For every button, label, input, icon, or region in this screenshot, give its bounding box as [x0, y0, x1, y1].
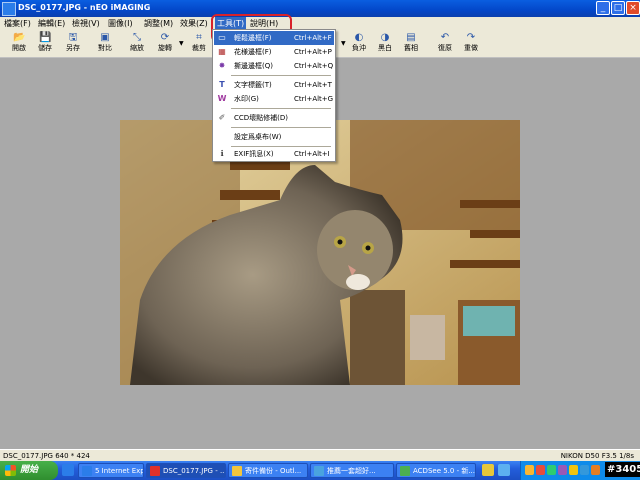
watermark-icon: W	[217, 94, 227, 103]
save-as-icon: 🖫	[68, 32, 78, 43]
menu-item-torn-frame[interactable]: ✸ 撕邊邊框(Q) Ctrl+Alt+Q	[214, 59, 334, 73]
menu-item-ccd-repair[interactable]: ✐ CCD壞點修補(D)	[214, 111, 334, 125]
tray-update-icon[interactable]	[580, 465, 589, 475]
close-button[interactable]: ×	[626, 1, 640, 15]
neo-imaging-icon	[150, 466, 160, 476]
start-button[interactable]: 開始	[0, 461, 58, 480]
crop-button[interactable]: ⌗ 裁剪	[186, 32, 212, 56]
open-label: 開啟	[12, 44, 26, 52]
grayscale-button[interactable]: ◑ 黑白	[372, 32, 398, 56]
app-icon	[2, 2, 16, 16]
resize-label: 縮放	[130, 44, 144, 52]
sepia-label: 舊相	[404, 44, 418, 52]
exif-info-icon: ℹ	[220, 149, 224, 158]
menu-item-text-label[interactable]: T 文字標籤(T) Ctrl+Alt+T	[214, 78, 334, 92]
crop-icon: ⌗	[196, 32, 202, 43]
task-browser-recommend[interactable]: 推薦一套超好...	[310, 463, 394, 478]
menu-separator	[231, 127, 331, 128]
grayscale-label: 黑白	[378, 44, 392, 52]
redo-button[interactable]: ↷ 重做	[458, 32, 484, 56]
tray-antivirus-icon[interactable]	[536, 465, 545, 475]
save-button[interactable]: 💾 儲存	[32, 32, 58, 56]
menu-adjust[interactable]: 調整(M)	[144, 17, 173, 30]
task-outlook[interactable]: 寄件備份 - Outl...	[228, 463, 308, 478]
tools-menu-dropdown: ▭ 輕鬆邊框(F) Ctrl+Alt+F ▦ 花様邊框(F) Ctrl+Alt+…	[212, 29, 336, 162]
task-neo-imaging[interactable]: DSC_0177.JPG - ...	[146, 463, 226, 478]
window-title: DSC_0177.JPG - nEO iMAGING	[18, 3, 151, 12]
menu-item-watermark[interactable]: W 水印(G) Ctrl+Alt+G	[214, 92, 334, 106]
crop-label: 裁剪	[192, 44, 206, 52]
effects-dropdown-arrow[interactable]: ▼	[341, 40, 346, 47]
minimize-button[interactable]: _	[596, 1, 610, 15]
input-method-icon[interactable]	[498, 464, 510, 476]
ccd-repair-icon: ✐	[218, 113, 226, 122]
grayscale-icon: ◑	[380, 32, 390, 43]
compare-icon: ▣	[100, 32, 110, 43]
menu-image[interactable]: 圖像(I)	[108, 17, 133, 30]
tray-network-icon[interactable]	[547, 465, 556, 475]
title-bar[interactable]: DSC_0177.JPG - nEO iMAGING _ □ ×	[0, 0, 640, 17]
taskbar: 開始 5 Internet Expl... DSC_0177.JPG - ...…	[0, 461, 640, 480]
negative-label: 負沖	[352, 44, 366, 52]
tray-volume-icon[interactable]	[569, 465, 578, 475]
tray-messenger-icon[interactable]	[558, 465, 567, 475]
undo-icon: ↶	[440, 32, 450, 43]
redo-icon: ↷	[466, 32, 476, 43]
compare-label: 對比	[98, 44, 112, 52]
task-internet-explorer[interactable]: 5 Internet Expl...	[78, 463, 144, 478]
tray-clock: #3405	[605, 462, 640, 477]
menu-item-exif-info[interactable]: ℹ EXIF訊息(X) Ctrl+Alt+I	[214, 147, 334, 161]
frame-icon: ▭	[218, 33, 226, 42]
save-label: 儲存	[38, 44, 52, 52]
rotate-button[interactable]: ⟳ 旋轉	[152, 32, 178, 56]
rotate-label: 旋轉	[158, 44, 172, 52]
outlook-icon	[232, 466, 242, 476]
resize-button[interactable]: ⤡ 縮放	[124, 32, 150, 56]
redo-label: 重做	[464, 44, 478, 52]
menu-view[interactable]: 檢視(V)	[72, 17, 100, 30]
open-button[interactable]: 📂 開啟	[6, 32, 32, 56]
tray-app-icon[interactable]	[591, 465, 600, 475]
save-as-button[interactable]: 🖫 另存	[60, 32, 86, 56]
save-disk-icon: 💾	[39, 32, 52, 43]
menu-item-pattern-frame[interactable]: ▦ 花様邊框(F) Ctrl+Alt+P	[214, 45, 334, 59]
save-as-label: 另存	[66, 44, 80, 52]
pattern-frame-icon: ▦	[218, 47, 226, 56]
menu-effects[interactable]: 效果(Z)	[180, 17, 208, 30]
menu-separator	[231, 108, 331, 109]
undo-label: 復原	[438, 44, 452, 52]
maximize-button[interactable]: □	[611, 1, 625, 15]
windows-flag-icon	[5, 465, 16, 476]
sepia-button[interactable]: ▤ 舊相	[398, 32, 424, 56]
menu-separator	[231, 75, 331, 76]
menu-edit[interactable]: 編輯(E)	[38, 17, 65, 30]
menu-item-set-wallpaper[interactable]: 設定爲桌布(W)	[214, 130, 334, 144]
negative-icon: ◐	[354, 32, 364, 43]
undo-button[interactable]: ↶ 復原	[432, 32, 458, 56]
folder-open-icon: 📂	[13, 32, 26, 43]
ie-icon	[82, 466, 92, 476]
compare-button[interactable]: ▣ 對比	[92, 32, 118, 56]
torn-frame-icon: ✸	[218, 61, 226, 70]
sepia-icon: ▤	[406, 32, 416, 43]
text-label-icon: T	[219, 80, 225, 89]
rotate-icon: ⟳	[160, 32, 170, 43]
tray-security-icon[interactable]	[525, 465, 534, 475]
task-acdsee[interactable]: ACDSee 5.0 - 新...	[396, 463, 476, 478]
negative-button[interactable]: ◐ 負沖	[346, 32, 372, 56]
acdsee-icon	[400, 466, 410, 476]
menu-file[interactable]: 檔案(F)	[4, 17, 31, 30]
quicklaunch-ie-icon[interactable]	[62, 464, 74, 476]
resize-icon: ⤡	[133, 32, 141, 43]
browser-icon	[314, 466, 324, 476]
language-bar-icon[interactable]	[482, 464, 494, 476]
rotate-dropdown-arrow[interactable]: ▼	[179, 40, 184, 47]
system-tray: #3405	[520, 461, 640, 480]
menu-item-easy-frame[interactable]: ▭ 輕鬆邊框(F) Ctrl+Alt+F	[214, 31, 334, 45]
